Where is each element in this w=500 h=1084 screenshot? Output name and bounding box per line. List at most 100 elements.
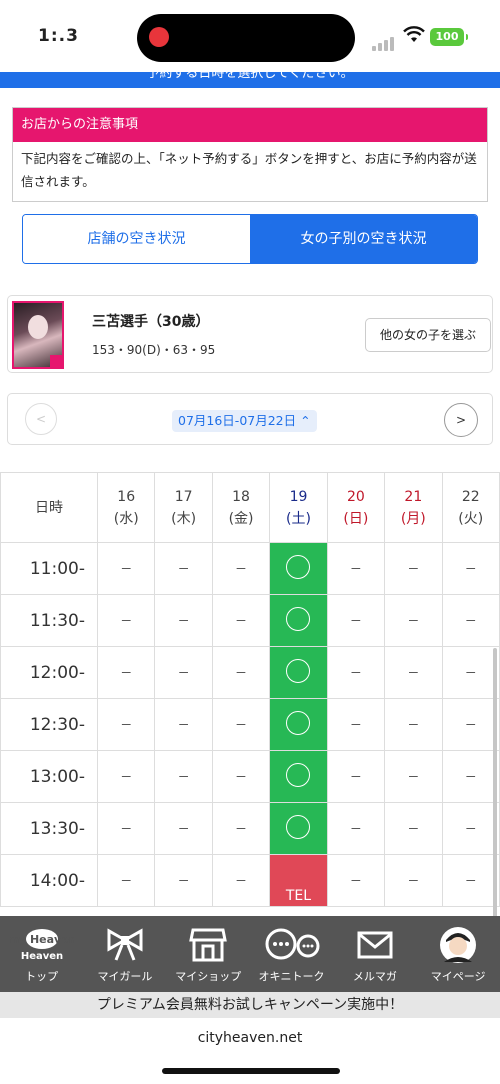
week-range-select[interactable]: 07月16日-07月22日 ⌃ (172, 410, 317, 432)
unavailable-slot: － (96, 750, 156, 803)
tel-slot[interactable]: TEL (269, 854, 328, 907)
schedule-row: 11:00- －－－－－－ (0, 542, 500, 595)
unavailable-slot: － (441, 854, 500, 907)
time-slot-label: 13:30- (0, 802, 98, 855)
unavailable-slot: － (211, 646, 271, 699)
unavailable-slot: － (96, 594, 156, 647)
unavailable-slot: － (211, 750, 271, 803)
available-circle-icon (286, 555, 311, 579)
girl-measurements: 153・90(D)・63・95 (92, 343, 216, 357)
schedule-row: 12:00- －－－－－－ (0, 646, 500, 699)
unavailable-slot: － (326, 698, 386, 751)
unavailable-slot: － (96, 646, 156, 699)
day-header: 18 (金) (211, 472, 271, 543)
day-header: 20 (日) (326, 472, 386, 543)
day-header: 19 (土) (269, 472, 328, 543)
availability-toggle: 店舗の空き状況 女の子別の空き状況 (22, 214, 478, 264)
nav-label: マイショップ (175, 970, 242, 983)
unavailable-slot: － (384, 854, 443, 907)
avatar-icon (440, 927, 477, 963)
schedule-header-row: 日時 16 (水) 17 (木) 18 (金) 19 (土) 20 (日) 21 (月) 2… (0, 472, 500, 543)
nav-label: マイページ (430, 970, 486, 983)
nav-label: マイガール (97, 970, 153, 983)
unavailable-slot: － (384, 698, 443, 751)
url-bar[interactable]: cityheaven.net (0, 1030, 500, 1046)
unavailable-slot: － (96, 854, 156, 907)
wifi-icon (403, 26, 425, 42)
unavailable-slot: － (326, 854, 386, 907)
scrollbar[interactable] (493, 648, 497, 916)
tab-girl-availability[interactable]: 女の子別の空き状況 (250, 215, 477, 263)
status-time: 1:.3 (38, 26, 79, 46)
corner-cell: 日時 (0, 472, 98, 543)
prev-week-button[interactable]: < (25, 403, 57, 435)
day-header: 16 (水) (96, 472, 156, 543)
nav-label: オキニトーク (258, 970, 325, 983)
available-slot[interactable] (269, 542, 328, 595)
available-circle-icon (286, 815, 311, 839)
unavailable-slot: － (96, 542, 156, 595)
svg-text:Heaven: Heaven (20, 951, 62, 962)
unavailable-slot: － (441, 646, 500, 699)
nav-my-shop[interactable]: マイショップ (167, 916, 250, 992)
ribbon-icon (107, 928, 143, 961)
unavailable-slot: － (96, 802, 156, 855)
unavailable-slot: － (441, 698, 500, 751)
unavailable-slot: － (441, 750, 500, 803)
unavailable-slot: － (326, 646, 386, 699)
schedule-table: 日時 16 (水) 17 (木) 18 (金) 19 (土) 20 (日) 21 (月) 2… (0, 472, 500, 916)
unavailable-slot: － (384, 750, 443, 803)
unavailable-slot: － (154, 802, 213, 855)
unavailable-slot: － (211, 542, 271, 595)
available-circle-icon (286, 607, 311, 631)
home-indicator[interactable] (162, 1068, 340, 1074)
unavailable-slot: － (326, 542, 386, 595)
mail-icon (357, 931, 393, 959)
unavailable-slot: － (211, 594, 271, 647)
dynamic-island (137, 14, 355, 62)
available-slot[interactable] (269, 646, 328, 699)
unavailable-slot: － (384, 542, 443, 595)
available-circle-icon (286, 763, 311, 787)
time-slot-label: 11:30- (0, 594, 98, 647)
time-slot-label: 12:00- (0, 646, 98, 699)
choose-other-girl-button[interactable]: 他の女の子を選ぶ (365, 318, 491, 352)
available-slot[interactable] (269, 802, 328, 855)
available-slot[interactable] (269, 750, 328, 803)
shop-icon (189, 928, 228, 962)
nav-okini-talk[interactable]: オキニトーク (250, 916, 333, 992)
available-slot[interactable] (269, 698, 328, 751)
unavailable-slot: － (211, 854, 271, 907)
bottom-nav: my Heaven Heaven トップ マイガール マイショップ オキニトーク (0, 916, 500, 992)
unavailable-slot: － (441, 542, 500, 595)
shop-notice: お店からの注意事項 下記内容をご確認の上、「ネット予約する」ボタンを押すと、お店… (12, 107, 488, 202)
premium-campaign-banner[interactable]: プレミアム会員無料お試しキャンペーン実施中！ (0, 992, 500, 1018)
chat-icon (265, 928, 320, 960)
available-circle-icon (286, 711, 311, 735)
time-slot-label: 14:00- (0, 854, 98, 907)
girl-name: 三苫選手（30歳） (92, 314, 210, 330)
available-slot[interactable] (269, 594, 328, 647)
girl-card: 三苫選手（30歳） 153・90(D)・63・95 他の女の子を選ぶ (7, 295, 493, 373)
my-heaven-logo-icon: my Heaven Heaven (10, 929, 74, 962)
unavailable-slot: － (384, 646, 443, 699)
girl-photo[interactable] (12, 301, 64, 369)
unavailable-slot: － (211, 698, 271, 751)
instruction-banner: 予約する日時を選択してください。 (0, 72, 500, 88)
nav-my-girl[interactable]: マイガール (83, 916, 166, 992)
unavailable-slot: － (154, 646, 213, 699)
next-week-button[interactable]: > (444, 403, 478, 437)
tab-shop-availability[interactable]: 店舗の空き状況 (23, 215, 250, 263)
nav-my-page[interactable]: マイページ (416, 916, 499, 992)
notice-body: 下記内容をご確認の上、「ネット予約する」ボタンを押すと、お店に予約内容が送信され… (21, 151, 477, 189)
time-slot-label: 11:00- (0, 542, 98, 595)
nav-mail-magazine[interactable]: メルマガ (333, 916, 416, 992)
nav-top[interactable]: my Heaven Heaven トップ (0, 916, 83, 992)
day-header: 21 (月) (384, 472, 443, 543)
unavailable-slot: － (154, 542, 213, 595)
battery-icon: 100 (430, 28, 468, 46)
schedule-row: 13:30- －－－－－－ (0, 802, 500, 855)
unavailable-slot: － (384, 802, 443, 855)
day-header: 17 (木) (154, 472, 213, 543)
unavailable-slot: － (154, 698, 213, 751)
